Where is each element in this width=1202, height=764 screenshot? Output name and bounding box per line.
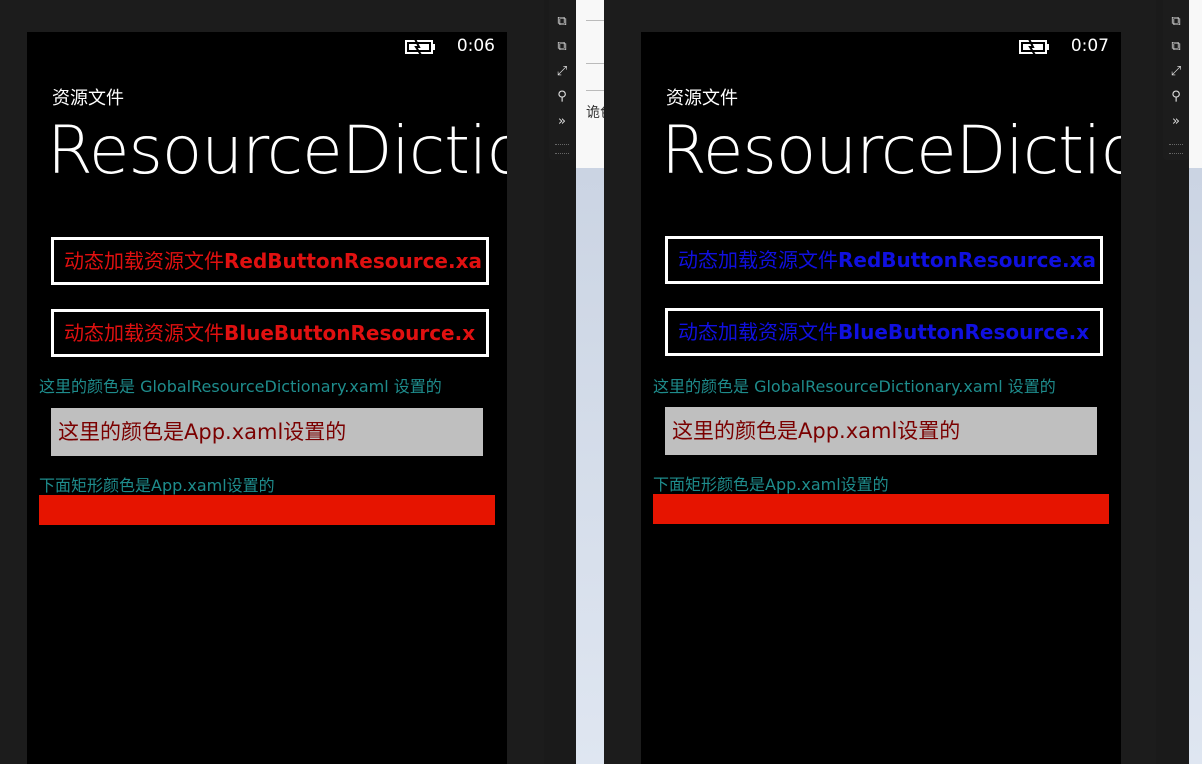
- fit-screen-icon[interactable]: ⤢: [1168, 64, 1184, 80]
- rotate-right-icon[interactable]: ⧉: [554, 39, 570, 55]
- rotate-left-icon[interactable]: ⧉: [1168, 14, 1184, 30]
- load-blue-resource-button[interactable]: 动态加载资源文件BlueButtonResource.x: [51, 309, 489, 357]
- emulator-toolbar-right: ⧉ ⧉ ⤢ ⚲ »: [1163, 0, 1189, 160]
- app-title: 资源文件: [52, 88, 124, 109]
- rotate-right-icon[interactable]: ⧉: [1168, 39, 1184, 55]
- fit-screen-icon[interactable]: ⤢: [554, 64, 570, 80]
- app-resource-box: 这里的颜色是App.xaml设置的: [51, 408, 483, 456]
- status-bar: 0:06: [307, 32, 507, 62]
- more-icon[interactable]: »: [554, 114, 570, 130]
- button-label-name: BlueButtonResource.x: [838, 320, 1090, 344]
- background-window: [1189, 0, 1202, 168]
- emulator-toolbar-left: ⧉ ⧉ ⤢ ⚲ »: [549, 0, 575, 160]
- phone-screen-left: 0:06 资源文件 ResourceDictio 动态加载资源文件RedButt…: [27, 32, 507, 764]
- emulator-frame-left: 0:06 资源文件 ResourceDictio 动态加载资源文件RedButt…: [0, 0, 544, 764]
- toolbar-grip[interactable]: [555, 144, 569, 154]
- load-red-resource-button[interactable]: 动态加载资源文件RedButtonResource.xa: [665, 236, 1103, 284]
- rect-label: 下面矩形颜色是App.xaml设置的: [39, 476, 275, 495]
- global-resource-text: 这里的颜色是 GlobalResourceDictionary.xaml 设置的: [39, 377, 442, 396]
- phone-screen-right: 0:07 资源文件 ResourceDictio 动态加载资源文件RedButt…: [641, 32, 1121, 764]
- button-label-prefix: 动态加载资源文件: [678, 320, 838, 344]
- status-clock: 0:07: [1070, 36, 1109, 56]
- background-text: 诡色: [586, 105, 604, 121]
- app-colored-rectangle: [39, 495, 495, 525]
- background-window: 诡色: [576, 0, 604, 168]
- load-red-resource-button[interactable]: 动态加载资源文件RedButtonResource.xa: [51, 237, 489, 285]
- rect-label: 下面矩形颜色是App.xaml设置的: [653, 475, 889, 494]
- divider: [586, 90, 604, 91]
- page-title: ResourceDictio: [47, 112, 507, 189]
- zoom-icon[interactable]: ⚲: [554, 89, 570, 105]
- battery-charging-icon: [1019, 39, 1049, 55]
- button-label-name: BlueButtonResource.x: [224, 321, 476, 345]
- app-title: 资源文件: [666, 88, 738, 109]
- divider: [586, 63, 604, 64]
- divider: [586, 20, 604, 21]
- load-blue-resource-button[interactable]: 动态加载资源文件BlueButtonResource.x: [665, 308, 1103, 356]
- toolbar-grip[interactable]: [1169, 144, 1183, 154]
- global-resource-text: 这里的颜色是 GlobalResourceDictionary.xaml 设置的: [653, 377, 1056, 396]
- battery-charging-icon: [405, 39, 435, 55]
- button-label-name: RedButtonResource.xa: [224, 249, 482, 273]
- status-bar: 0:07: [921, 32, 1121, 62]
- emulator-frame-right: 0:07 资源文件 ResourceDictio 动态加载资源文件RedButt…: [604, 0, 1156, 764]
- more-icon[interactable]: »: [1168, 114, 1184, 130]
- button-label-prefix: 动态加载资源文件: [678, 248, 838, 272]
- desktop-background: 诡色: [576, 0, 604, 764]
- app-colored-rectangle: [653, 494, 1109, 524]
- button-label-prefix: 动态加载资源文件: [64, 249, 224, 273]
- rotate-left-icon[interactable]: ⧉: [554, 14, 570, 30]
- app-resource-box: 这里的颜色是App.xaml设置的: [665, 407, 1097, 455]
- desktop-background-right: [1189, 0, 1202, 764]
- button-label-name: RedButtonResource.xa: [838, 248, 1096, 272]
- button-label-prefix: 动态加载资源文件: [64, 321, 224, 345]
- status-clock: 0:06: [456, 36, 495, 56]
- page-title: ResourceDictio: [661, 112, 1121, 189]
- zoom-icon[interactable]: ⚲: [1168, 89, 1184, 105]
